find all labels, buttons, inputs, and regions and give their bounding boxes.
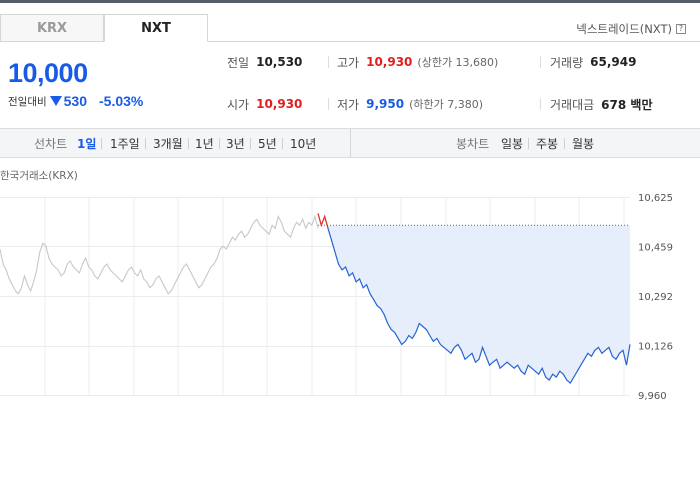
candle-daily[interactable]: 일봉 [501, 129, 523, 157]
high-value: 10,930 [366, 55, 413, 69]
period-1w[interactable]: 1주일 [110, 129, 140, 157]
y-tick-label: 9,960 [638, 391, 667, 400]
exchange-tabs: KRX NXT [0, 14, 208, 42]
change-value: 530 [63, 93, 87, 109]
y-tick-label: 10,292 [638, 292, 673, 303]
separator [101, 138, 102, 149]
volume-value: 65,949 [590, 55, 637, 69]
amount-value: 678 백만 [601, 97, 653, 112]
divider [328, 56, 329, 68]
divider [540, 98, 541, 110]
divider [540, 56, 541, 68]
open-price: 시가 10,930 [227, 91, 302, 117]
y-axis: 10,625 10,459 10,292 10,126 9,960 [638, 193, 673, 400]
lower-limit: (하한가 7,380) [409, 98, 483, 111]
period-1y[interactable]: 1년 [195, 129, 214, 157]
line-chart-label: 선차트 [34, 136, 68, 151]
low-value: 9,950 [366, 97, 405, 111]
period-3y[interactable]: 3년 [226, 129, 245, 157]
candle-chart-label: 봉차트 [456, 136, 490, 151]
y-tick-label: 10,459 [638, 242, 673, 253]
chart-toolbar: 선차트 1일 1주일 3개월 1년 3년 5년 10년 봉차트 일봉 주봉 월봉 [0, 128, 700, 158]
period-3m[interactable]: 3개월 [153, 129, 183, 157]
day-low: 저가 9,950 (하한가 7,380) [337, 91, 483, 117]
nxt-link-label[interactable]: 넥스트레이드(NXT) [576, 21, 672, 37]
upper-limit: (상한가 13,680) [417, 56, 499, 69]
low-label: 저가 [337, 97, 360, 112]
separator [145, 138, 146, 149]
nxt-info-link[interactable]: 넥스트레이드(NXT) ? [576, 21, 686, 37]
chart-source: 한국거래소(KRX) [0, 170, 78, 182]
series-line-previous [0, 214, 319, 295]
volume-label: 거래량 [550, 55, 584, 70]
change-label: 전일대비 [8, 95, 47, 108]
prev-close-value: 10,530 [256, 55, 303, 69]
day-high: 고가 10,930 (상한가 13,680) [337, 49, 498, 75]
separator [564, 138, 565, 149]
separator [528, 138, 529, 149]
separator [250, 138, 251, 149]
series-line-rise [317, 213, 329, 229]
amount-label: 거래대금 [550, 97, 595, 112]
y-tick-label: 10,625 [638, 193, 673, 204]
volume: 거래량 65,949 [550, 49, 636, 75]
prev-close-label: 전일 [227, 55, 250, 70]
separator [219, 138, 220, 149]
open-label: 시가 [227, 97, 250, 112]
trade-amount: 거래대금 678 백만 [550, 91, 652, 117]
period-1d[interactable]: 1일 [77, 129, 96, 157]
tab-krx[interactable]: KRX [0, 14, 104, 42]
high-label: 고가 [337, 55, 360, 70]
tab-nxt[interactable]: NXT [104, 14, 208, 42]
y-tick-label: 10,126 [638, 342, 673, 353]
toolbar-divider [350, 129, 351, 157]
period-5y[interactable]: 5년 [258, 129, 277, 157]
period-10y[interactable]: 10년 [290, 129, 316, 157]
candle-monthly[interactable]: 월봉 [572, 129, 594, 157]
top-border [0, 0, 700, 3]
open-value: 10,930 [256, 97, 303, 111]
tabs-underline [208, 41, 700, 42]
help-icon[interactable]: ? [676, 24, 686, 34]
candle-weekly[interactable]: 주봉 [536, 129, 558, 157]
separator [282, 138, 283, 149]
divider [328, 98, 329, 110]
quote-info-grid: 전일 10,530 고가 10,930 (상한가 13,680) 거래량 65,… [215, 48, 700, 124]
prev-close: 전일 10,530 [227, 49, 302, 75]
price-chart[interactable]: 10,625 10,459 10,292 10,126 9,960 [0, 185, 700, 400]
change-percent: -5.03% [99, 93, 144, 109]
price-change: 전일대비 530 -5.03% [8, 93, 143, 109]
down-triangle-icon [49, 96, 62, 106]
separator [188, 138, 189, 149]
current-price: 10,000 [8, 58, 88, 88]
